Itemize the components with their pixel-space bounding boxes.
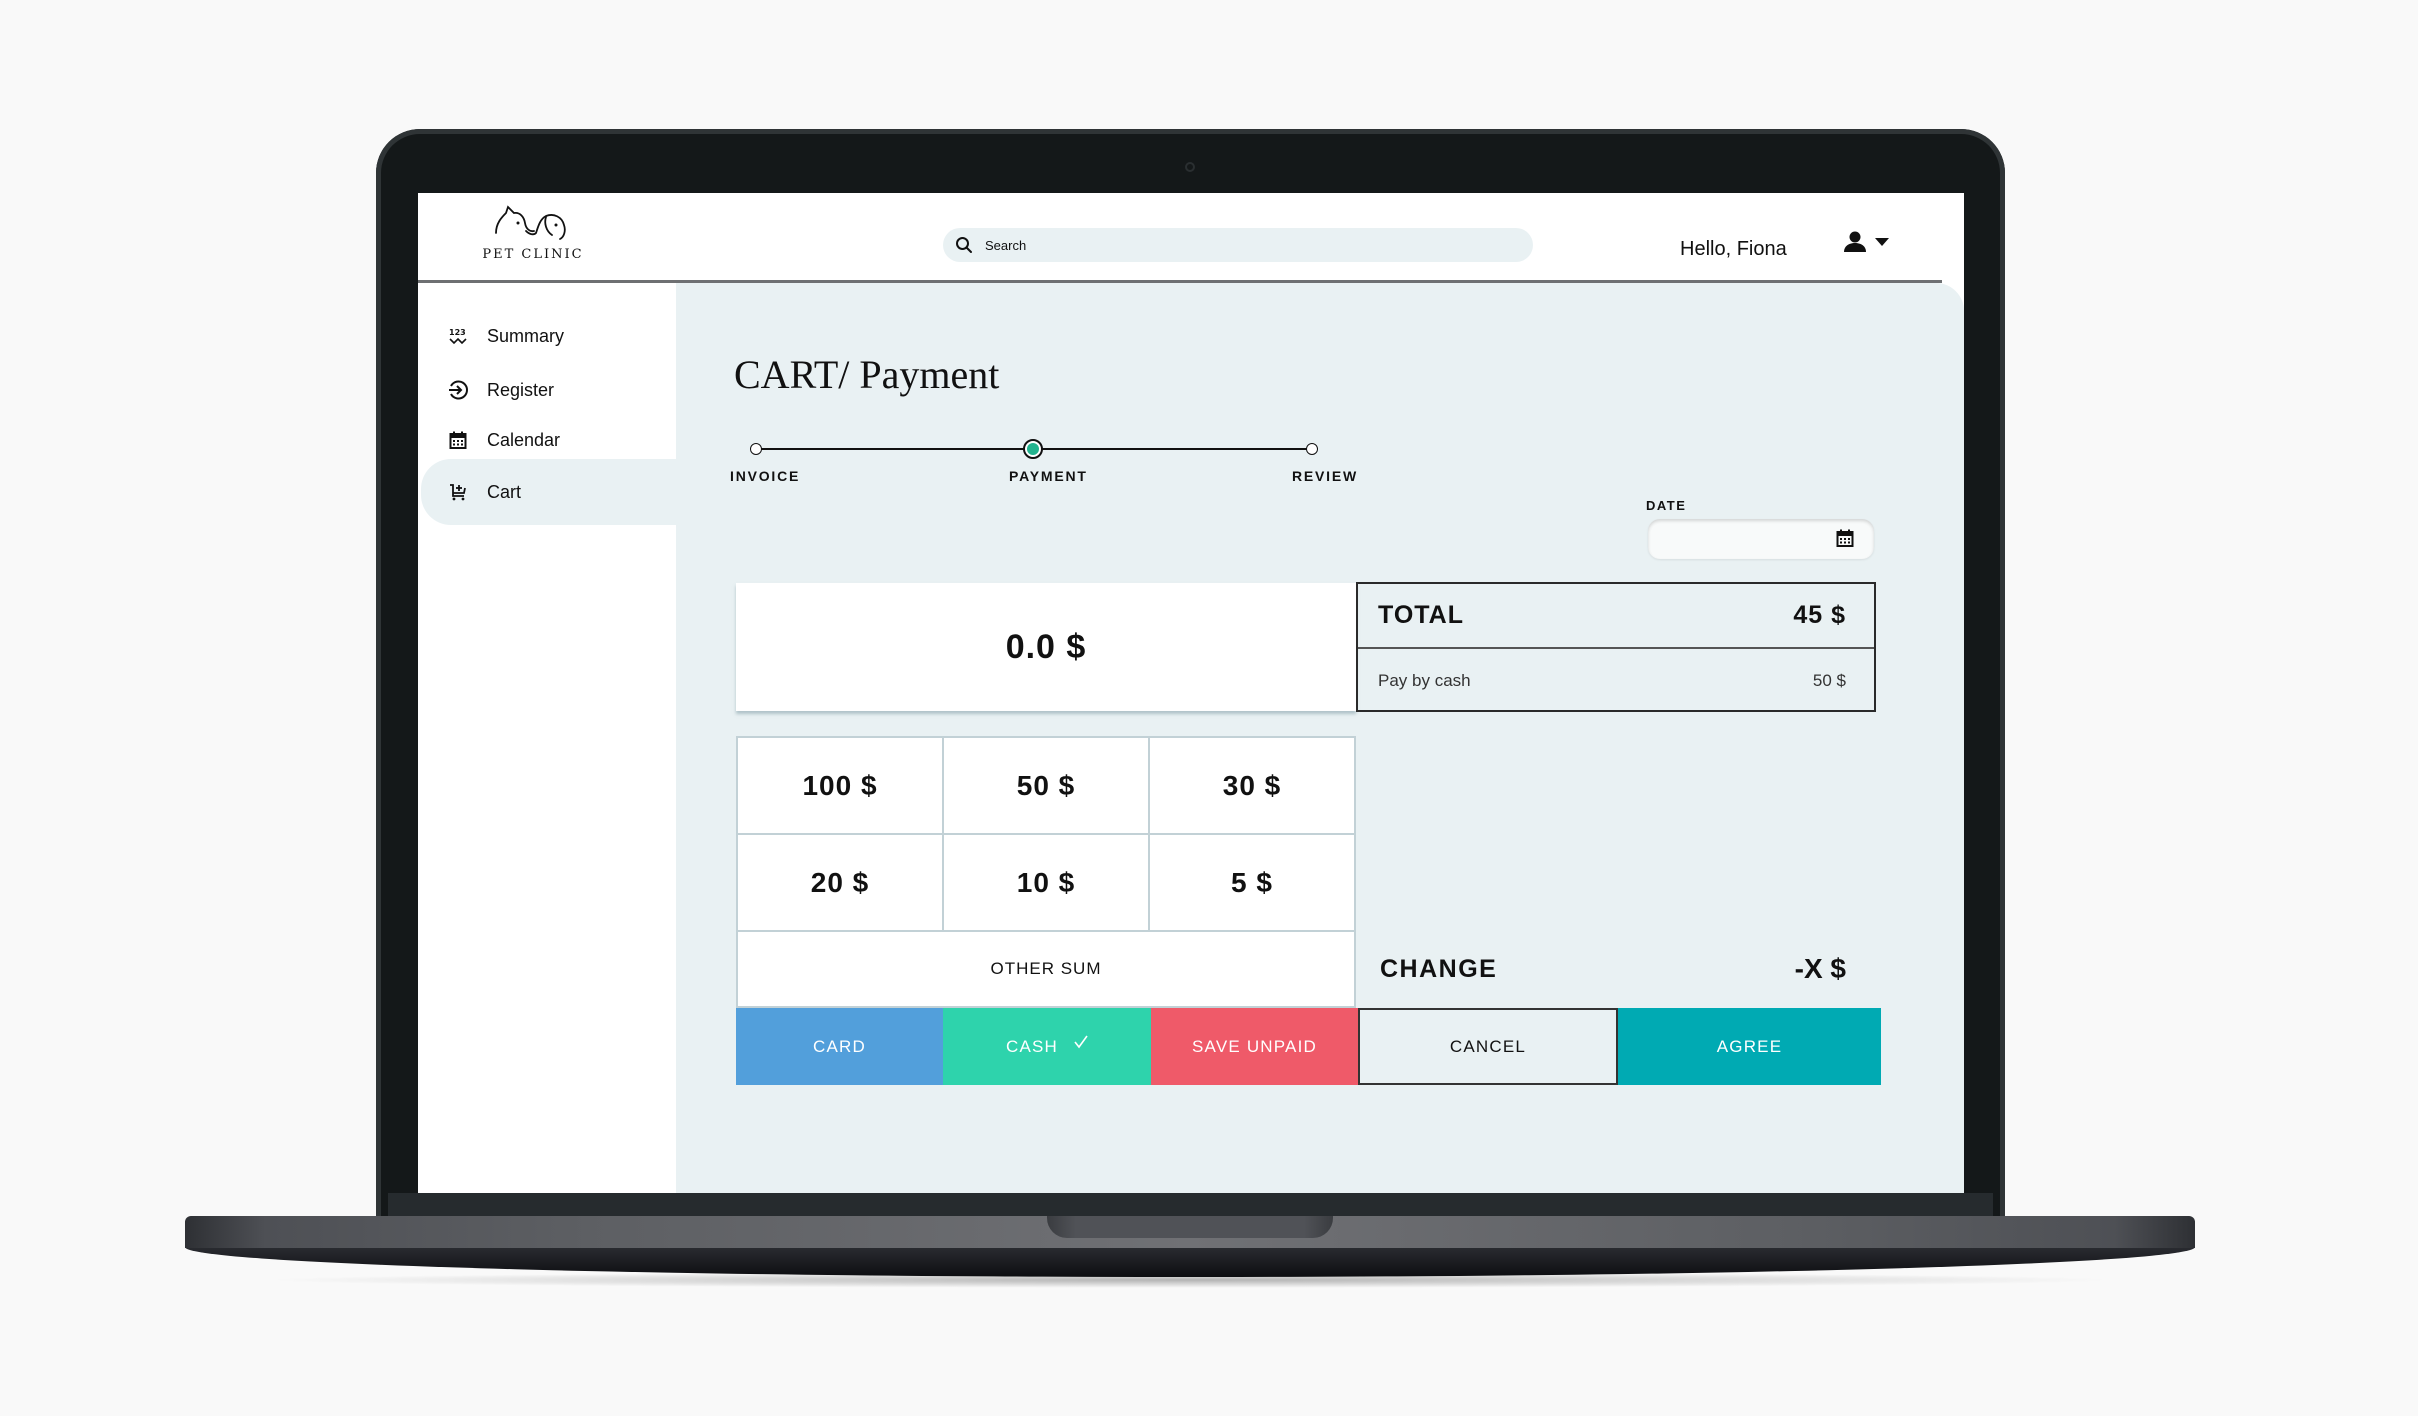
cancel-label: CANCEL <box>1449 1036 1527 1056</box>
laptop-notch <box>1047 1216 1333 1238</box>
step-dot <box>750 443 762 455</box>
agree-label: AGREE <box>1716 1036 1783 1056</box>
calendar-icon[interactable] <box>1836 529 1854 552</box>
quick-amount-button[interactable]: 20 $ <box>738 835 942 930</box>
pay-method-value: 50 $ <box>1812 670 1846 690</box>
svg-text:123: 123 <box>449 328 466 337</box>
logo[interactable]: PET CLINIC <box>478 205 588 275</box>
summary-icon: 123 <box>447 325 469 347</box>
laptop-bezel-bottom <box>388 1193 1993 1217</box>
quick-amount-button[interactable]: 30 $ <box>1150 738 1354 833</box>
date-field[interactable] <box>1648 519 1874 559</box>
action-buttons: CARD CASH SAVE UNPAID CANCEL AGREE <box>736 1008 1881 1085</box>
user-icon <box>1844 231 1866 252</box>
app-screen: PET CLINIC Hello, Fiona 123 <box>418 193 1964 1193</box>
greeting-text: Hello, Fiona <box>1680 238 1787 260</box>
change-label: CHANGE <box>1380 954 1498 983</box>
cart-icon <box>447 481 469 503</box>
sidebar-item-label: Cart <box>487 481 522 502</box>
progress-stepper: INVOICE PAYMENT REVIEW <box>728 435 1356 485</box>
cat-dog-logo-icon <box>495 205 566 240</box>
step-dot-current <box>1023 439 1043 459</box>
webcam <box>1185 162 1195 172</box>
cash-button[interactable]: CASH <box>943 1008 1151 1085</box>
save-unpaid-label: SAVE UNPAID <box>1192 1036 1317 1056</box>
pay-method-row: Pay by cash 50 $ <box>1358 649 1874 712</box>
card-button[interactable]: CARD <box>736 1008 943 1085</box>
calendar-icon <box>447 429 469 451</box>
page-title: CART/ Payment <box>734 352 1000 397</box>
quick-amount-button[interactable]: 50 $ <box>944 738 1148 833</box>
sidebar-item-label: Summary <box>487 325 565 346</box>
user-menu-button[interactable] <box>1843 231 1889 253</box>
search-bar[interactable] <box>943 228 1533 262</box>
main-panel: CART/ Payment INVOICE PAYMENT REVIEW DAT… <box>676 283 1964 1193</box>
logo-text: PET CLINIC <box>482 247 584 262</box>
card-button-label: CARD <box>813 1036 866 1056</box>
top-header: PET CLINIC Hello, Fiona <box>418 193 1942 283</box>
step-label: PAYMENT <box>1009 468 1088 484</box>
sidebar-item-label: Register <box>487 379 555 400</box>
date-label: DATE <box>1646 498 1687 513</box>
total-row: TOTAL 45 $ <box>1358 584 1874 649</box>
cash-button-label: CASH <box>1005 1036 1059 1056</box>
check-icon <box>1074 1035 1088 1048</box>
pay-method-label: Pay by cash <box>1378 670 1471 690</box>
total-label: TOTAL <box>1378 601 1465 629</box>
sidebar: 123 Summary Register Calendar Cart <box>418 283 676 1193</box>
chevron-down-icon <box>1875 238 1889 246</box>
other-sum-button[interactable]: OTHER SUM <box>736 932 1356 1008</box>
search-input[interactable] <box>983 236 1507 254</box>
total-value: 45 $ <box>1793 601 1846 629</box>
quick-amount-grid: 100 $ 50 $ 30 $ 20 $ 10 $ 5 $ <box>736 736 1356 932</box>
change-value: -X $ <box>1794 953 1846 984</box>
sidebar-item-cart[interactable]: Cart <box>421 459 676 525</box>
step-label: INVOICE <box>730 468 801 484</box>
total-summary: TOTAL 45 $ Pay by cash 50 $ <box>1356 582 1876 712</box>
amount-display: 0.0 $ <box>736 583 1356 711</box>
search-icon <box>956 237 972 253</box>
quick-amount-button[interactable]: 100 $ <box>738 738 942 833</box>
register-icon <box>447 379 469 401</box>
step-label: REVIEW <box>1292 468 1359 484</box>
quick-amount-button[interactable]: 10 $ <box>944 835 1148 930</box>
quick-amount-button[interactable]: 5 $ <box>1150 835 1354 930</box>
cancel-button[interactable]: CANCEL <box>1358 1008 1618 1085</box>
sidebar-item-label: Calendar <box>487 429 561 450</box>
step-dot <box>1306 443 1318 455</box>
agree-button[interactable]: AGREE <box>1618 1008 1881 1085</box>
change-row: CHANGE -X $ <box>1356 933 1876 1005</box>
save-unpaid-button[interactable]: SAVE UNPAID <box>1151 1008 1358 1085</box>
